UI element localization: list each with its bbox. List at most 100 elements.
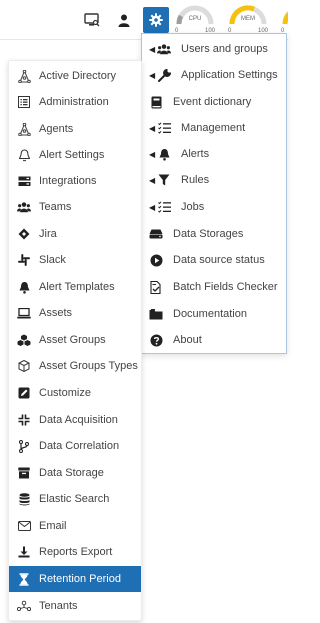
submenu-item-tenants[interactable]: Tenants	[9, 593, 141, 619]
server-icon	[17, 174, 31, 188]
hdd-icon	[149, 227, 163, 241]
slack-icon	[17, 253, 31, 267]
hourglass-icon	[17, 572, 31, 586]
submenu-item-label: Alert Templates	[39, 281, 115, 293]
submenu-item-label: Email	[39, 520, 67, 532]
bell-icon	[17, 280, 31, 294]
submenu-item-data-storage[interactable]: Data Storage	[9, 460, 141, 486]
menu-item-event-dictionary[interactable]: Event dictionary	[142, 89, 286, 115]
submenu-item-reports-export[interactable]: Reports Export	[9, 539, 141, 565]
submenu-item-email[interactable]: Email	[9, 513, 141, 539]
play-circle-icon	[149, 253, 163, 267]
cpu-gauge: CPU 0 100	[175, 4, 215, 36]
menu-item-rules[interactable]: ◀ Rules	[142, 167, 286, 193]
menu-item-label: Event dictionary	[173, 96, 252, 108]
settings-menu: ◀ Users and groups ◀ Application Setting…	[141, 33, 287, 354]
bell-outline-icon	[17, 148, 31, 162]
menu-item-data-storages[interactable]: Data Storages	[142, 221, 286, 247]
wrench-icon	[157, 68, 171, 82]
submenu-item-label: Alert Settings	[39, 149, 105, 161]
users-icon	[157, 42, 171, 56]
settings-gear-button[interactable]	[143, 7, 169, 33]
menu-item-management[interactable]: ◀ Management	[142, 115, 286, 141]
envelope-icon	[17, 519, 31, 533]
menu-item-label: Data source status	[173, 254, 265, 266]
submenu-item-label: Administration	[39, 96, 109, 108]
caret-left-icon: ◀	[149, 70, 156, 80]
submenu-item-customize[interactable]: Customize	[9, 380, 141, 406]
menu-item-application-settings[interactable]: ◀ Application Settings	[142, 62, 286, 88]
menu-item-label: Alerts	[181, 148, 210, 160]
submenu-item-jira[interactable]: Jira	[9, 221, 141, 247]
submenu-item-agents[interactable]: Agents	[9, 116, 141, 142]
menu-item-batch-fields-checker[interactable]: Batch Fields Checker	[142, 274, 286, 300]
menu-item-label: Application Settings	[181, 69, 278, 81]
submenu-item-asset-groups[interactable]: Asset Groups	[9, 327, 141, 353]
management-submenu: Active Directory Administration Agents A…	[8, 60, 142, 621]
monitor-search-icon[interactable]	[80, 9, 104, 31]
menu-item-label: Batch Fields Checker	[173, 281, 278, 293]
submenu-item-elastic-search[interactable]: Elastic Search	[9, 486, 141, 512]
disk-gauge: 0	[281, 4, 288, 36]
mem-gauge: MEM 0 100	[228, 4, 268, 36]
submenu-item-label: Tenants	[39, 600, 78, 612]
menu-item-jobs[interactable]: ◀ Jobs	[142, 194, 286, 220]
users-icon	[17, 200, 31, 214]
caret-left-icon: ◀	[149, 149, 156, 159]
menu-item-users-and-groups[interactable]: ◀ Users and groups	[142, 36, 286, 62]
list-check-icon	[157, 121, 171, 135]
menu-item-data-source-status[interactable]: Data source status	[142, 247, 286, 273]
submenu-item-label: Teams	[39, 201, 72, 213]
submenu-item-data-acquisition[interactable]: Data Acquisition	[9, 407, 141, 433]
menu-item-label: Jobs	[181, 201, 205, 213]
submenu-item-data-correlation[interactable]: Data Correlation	[9, 433, 141, 459]
submenu-item-label: Retention Period	[39, 573, 121, 585]
submenu-item-assets[interactable]: Assets	[9, 300, 141, 326]
mem-gauge-label: MEM	[241, 16, 255, 22]
submenu-item-label: Data Acquisition	[39, 414, 118, 426]
user-icon[interactable]	[112, 9, 136, 31]
menu-item-label: Rules	[181, 174, 210, 186]
edit-icon	[17, 386, 31, 400]
caret-left-icon: ◀	[149, 175, 156, 185]
menu-item-alerts[interactable]: ◀ Alerts	[142, 141, 286, 167]
submenu-item-alert-templates[interactable]: Alert Templates	[9, 274, 141, 300]
submenu-item-label: Asset Groups	[39, 334, 106, 346]
submenu-item-label: Assets	[39, 307, 73, 319]
filter-icon	[157, 173, 171, 187]
menu-item-label: Management	[181, 122, 246, 134]
submenu-item-asset-groups-types[interactable]: Asset Groups Types	[9, 353, 141, 379]
menu-item-label: Documentation	[173, 308, 247, 320]
submenu-item-slack[interactable]: Slack	[9, 247, 141, 273]
menu-item-about[interactable]: About	[142, 327, 286, 353]
database-icon	[17, 492, 31, 506]
laptop-icon	[17, 306, 31, 320]
submenu-item-administration[interactable]: Administration	[9, 89, 141, 115]
caret-left-icon: ◀	[149, 44, 156, 54]
list-check-icon	[157, 200, 171, 214]
submenu-item-retention-period[interactable]: Retention Period	[9, 566, 141, 592]
menu-item-documentation[interactable]: Documentation	[142, 301, 286, 327]
submenu-item-teams[interactable]: Teams	[9, 194, 141, 220]
file-check-icon	[149, 280, 163, 294]
folder-icon	[149, 307, 163, 321]
submenu-item-label: Elastic Search	[39, 493, 110, 505]
submenu-item-label: Active Directory	[39, 70, 117, 82]
sitemap-icon	[17, 69, 31, 83]
cubes-icon	[17, 333, 31, 347]
question-circle-icon	[149, 333, 163, 347]
submenu-item-label: Data Correlation	[39, 440, 120, 452]
cpu-gauge-label: CPU	[188, 16, 202, 22]
submenu-item-label: Reports Export	[39, 546, 113, 558]
download-icon	[17, 545, 31, 559]
bell-icon	[157, 147, 171, 161]
sitemap-icon	[17, 122, 31, 136]
submenu-item-label: Jira	[39, 228, 57, 240]
submenu-item-active-directory[interactable]: Active Directory	[9, 63, 141, 89]
submenu-item-alert-settings[interactable]: Alert Settings	[9, 142, 141, 168]
submenu-item-label: Asset Groups Types	[39, 360, 138, 372]
cube-icon	[17, 359, 31, 373]
archive-icon	[17, 466, 31, 480]
menu-item-label: Data Storages	[173, 228, 244, 240]
submenu-item-integrations[interactable]: Integrations	[9, 168, 141, 194]
